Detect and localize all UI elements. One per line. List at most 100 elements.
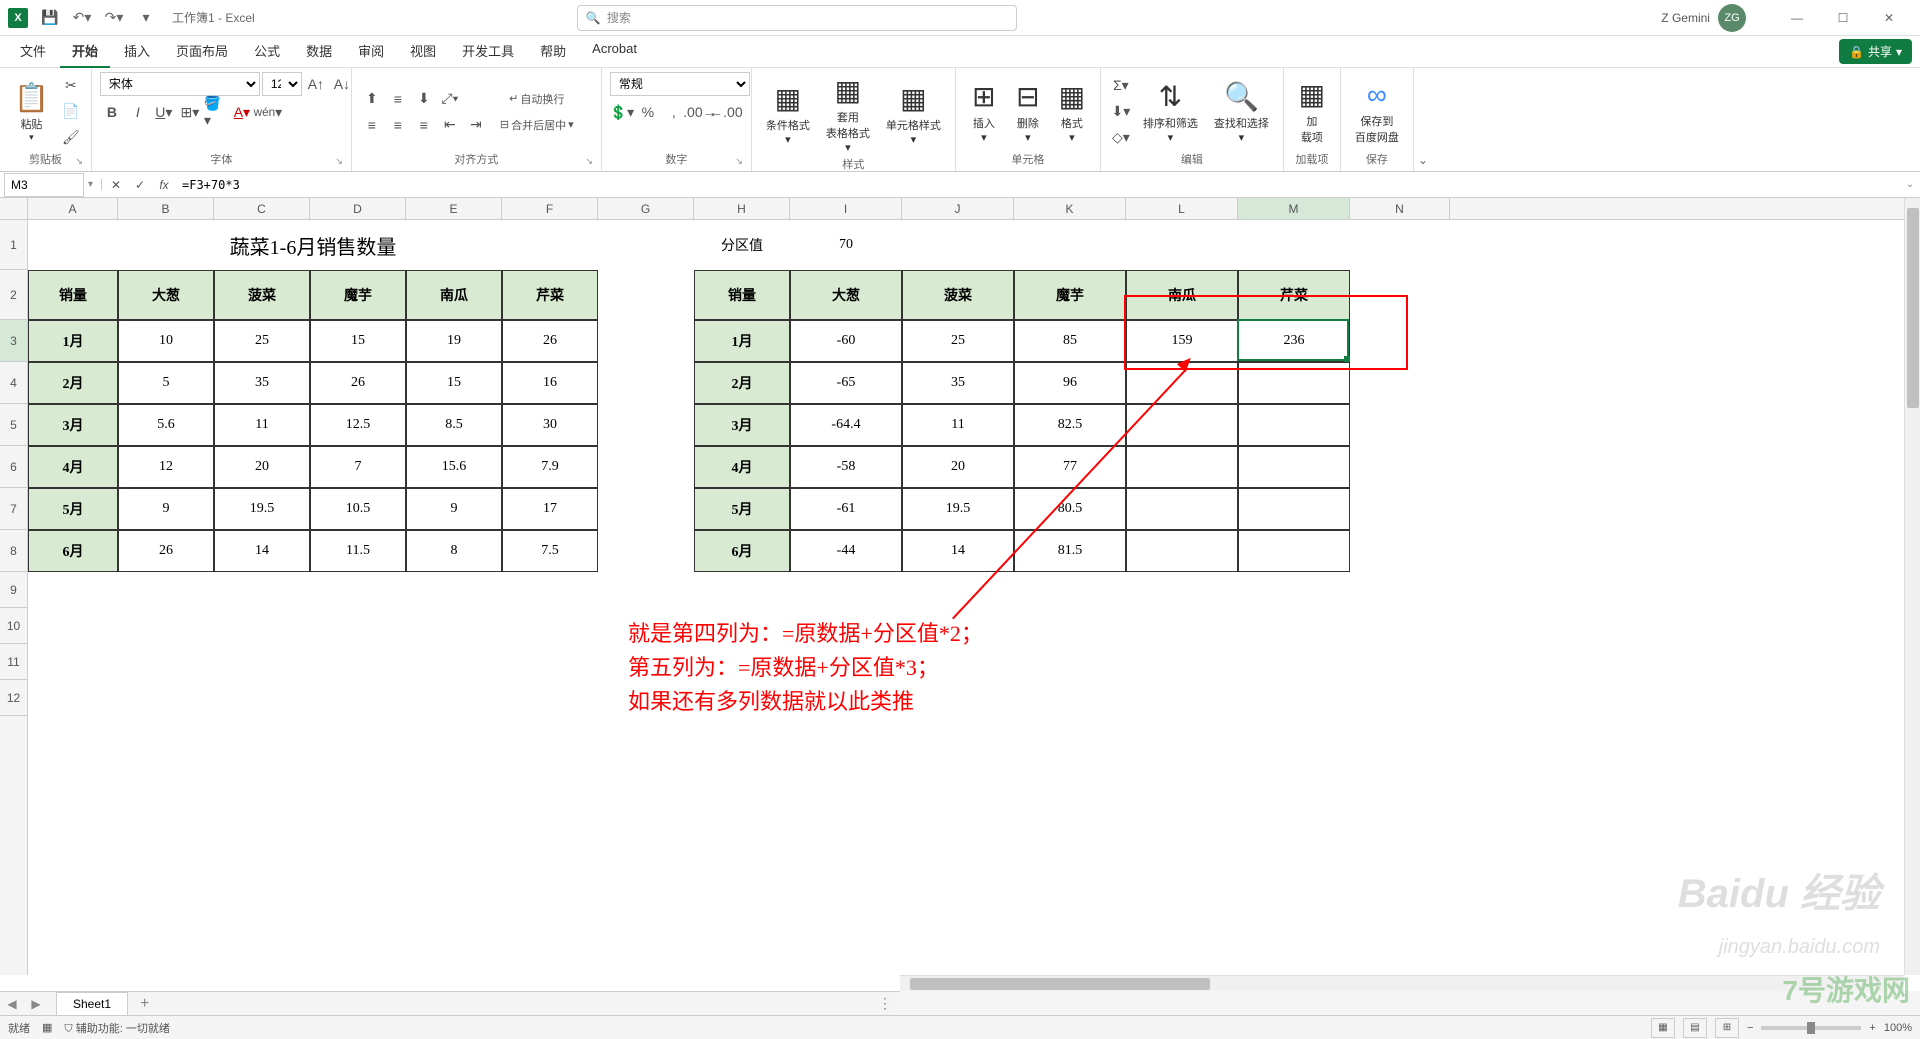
- cell[interactable]: 77: [1014, 446, 1126, 488]
- format-painter-button[interactable]: 🖌: [59, 126, 83, 150]
- cell[interactable]: 26: [502, 320, 598, 362]
- row-header-5[interactable]: 5: [0, 404, 27, 446]
- decrease-decimal-button[interactable]: ←.00: [714, 100, 738, 124]
- sheet-tab[interactable]: Sheet1: [56, 992, 128, 1015]
- accept-formula-button[interactable]: ✓: [128, 178, 152, 192]
- col-header-A[interactable]: A: [28, 198, 118, 219]
- cell[interactable]: -44: [790, 530, 902, 572]
- cell[interactable]: 大葱: [790, 270, 902, 320]
- macro-icon[interactable]: ▦: [42, 1021, 52, 1034]
- cell[interactable]: 15.6: [406, 446, 502, 488]
- cell[interactable]: 11: [214, 404, 310, 446]
- cell[interactable]: 12: [118, 446, 214, 488]
- cell[interactable]: 3月: [28, 404, 118, 446]
- tab-文件[interactable]: 文件: [8, 35, 58, 68]
- cut-button[interactable]: ✂: [59, 74, 83, 98]
- cell[interactable]: 大葱: [118, 270, 214, 320]
- cell[interactable]: 16: [502, 362, 598, 404]
- font-name-select[interactable]: 宋体: [100, 72, 260, 96]
- cell[interactable]: [1238, 446, 1350, 488]
- cell[interactable]: 26: [118, 530, 214, 572]
- font-color-button[interactable]: A▾: [230, 100, 254, 124]
- tab-数据[interactable]: 数据: [294, 35, 344, 68]
- align-top-button[interactable]: ⬆: [360, 87, 384, 111]
- cell[interactable]: 10.5: [310, 488, 406, 530]
- cell[interactable]: 2月: [28, 362, 118, 404]
- add-sheet-button[interactable]: +: [140, 995, 149, 1013]
- cell[interactable]: 11.5: [310, 530, 406, 572]
- font-launcher[interactable]: ↘: [335, 156, 343, 167]
- cell[interactable]: 1月: [28, 320, 118, 362]
- zoom-slider[interactable]: [1761, 1026, 1861, 1030]
- sheet-next-button[interactable]: ▶: [24, 997, 48, 1011]
- sheet-prev-button[interactable]: ◀: [0, 997, 24, 1011]
- row-header-1[interactable]: 1: [0, 220, 27, 270]
- cell[interactable]: 9: [118, 488, 214, 530]
- cell[interactable]: [1126, 488, 1238, 530]
- cell[interactable]: 4月: [28, 446, 118, 488]
- row-header-4[interactable]: 4: [0, 362, 27, 404]
- redo-button[interactable]: ↷▾: [100, 4, 128, 32]
- cell[interactable]: 菠菜: [214, 270, 310, 320]
- col-header-J[interactable]: J: [902, 198, 1014, 219]
- col-header-D[interactable]: D: [310, 198, 406, 219]
- cell[interactable]: 6月: [28, 530, 118, 572]
- format-as-table-button[interactable]: ▦套用 表格格式▾: [820, 72, 876, 156]
- cell[interactable]: 26: [310, 362, 406, 404]
- cell[interactable]: -61: [790, 488, 902, 530]
- cell[interactable]: [1126, 362, 1238, 404]
- cell[interactable]: 12.5: [310, 404, 406, 446]
- cell[interactable]: 20: [902, 446, 1014, 488]
- cell[interactable]: 3月: [694, 404, 790, 446]
- cell[interactable]: [1238, 488, 1350, 530]
- row-header-10[interactable]: 10: [0, 608, 27, 644]
- cell[interactable]: 7: [310, 446, 406, 488]
- find-select-button[interactable]: 🔍查找和选择▾: [1208, 78, 1275, 146]
- decrease-font-button[interactable]: A↓: [330, 72, 354, 96]
- cell[interactable]: [1126, 530, 1238, 572]
- align-middle-button[interactable]: ≡: [386, 87, 410, 111]
- cell[interactable]: 销量: [694, 270, 790, 320]
- cell[interactable]: 8: [406, 530, 502, 572]
- align-left-button[interactable]: ≡: [360, 113, 384, 137]
- cell[interactable]: 7.5: [502, 530, 598, 572]
- cell[interactable]: 25: [214, 320, 310, 362]
- phonetic-button[interactable]: wén▾: [256, 100, 280, 124]
- cell[interactable]: 魔芋: [310, 270, 406, 320]
- search-box[interactable]: 🔍 搜索: [577, 5, 1017, 31]
- format-cells-button[interactable]: ▦格式▾: [1052, 78, 1092, 146]
- cell[interactable]: 蔬菜1-6月销售数量: [28, 220, 598, 270]
- number-launcher[interactable]: ↘: [735, 156, 743, 167]
- addins-button[interactable]: ▦加 载项: [1292, 76, 1332, 147]
- cell[interactable]: 81.5: [1014, 530, 1126, 572]
- clipboard-launcher[interactable]: ↘: [75, 156, 83, 167]
- row-header-8[interactable]: 8: [0, 530, 27, 572]
- align-right-button[interactable]: ≡: [412, 113, 436, 137]
- user-name[interactable]: Z Gemini: [1661, 11, 1710, 25]
- decrease-indent-button[interactable]: ⇤: [438, 113, 462, 137]
- page-layout-view-button[interactable]: ▤: [1683, 1018, 1707, 1038]
- col-header-M[interactable]: M: [1238, 198, 1350, 219]
- avatar[interactable]: ZG: [1718, 4, 1746, 32]
- underline-button[interactable]: U▾: [152, 100, 176, 124]
- cells-area[interactable]: 蔬菜1-6月销售数量分区值70销量大葱菠菜魔芋南瓜芹菜销量大葱菠菜魔芋南瓜芹菜1…: [28, 220, 1904, 975]
- cell[interactable]: 80.5: [1014, 488, 1126, 530]
- cell[interactable]: [1126, 404, 1238, 446]
- share-button[interactable]: 🔒 共享 ▾: [1839, 39, 1912, 64]
- row-header-11[interactable]: 11: [0, 644, 27, 680]
- cell-styles-button[interactable]: ▦单元格样式▾: [880, 80, 947, 148]
- tab-插入[interactable]: 插入: [112, 35, 162, 68]
- accounting-button[interactable]: 💲▾: [610, 100, 634, 124]
- merge-button[interactable]: ⊟ 合并后居中 ▾: [500, 113, 574, 137]
- tab-帮助[interactable]: 帮助: [528, 35, 578, 68]
- orientation-button[interactable]: ⤢▾: [438, 87, 462, 111]
- cell[interactable]: 5月: [694, 488, 790, 530]
- increase-indent-button[interactable]: ⇥: [464, 113, 488, 137]
- tab-视图[interactable]: 视图: [398, 35, 448, 68]
- font-size-select[interactable]: 12: [262, 72, 302, 96]
- clear-button[interactable]: ◇▾: [1109, 126, 1133, 150]
- cell[interactable]: 82.5: [1014, 404, 1126, 446]
- col-header-N[interactable]: N: [1350, 198, 1450, 219]
- row-header-7[interactable]: 7: [0, 488, 27, 530]
- align-center-button[interactable]: ≡: [386, 113, 410, 137]
